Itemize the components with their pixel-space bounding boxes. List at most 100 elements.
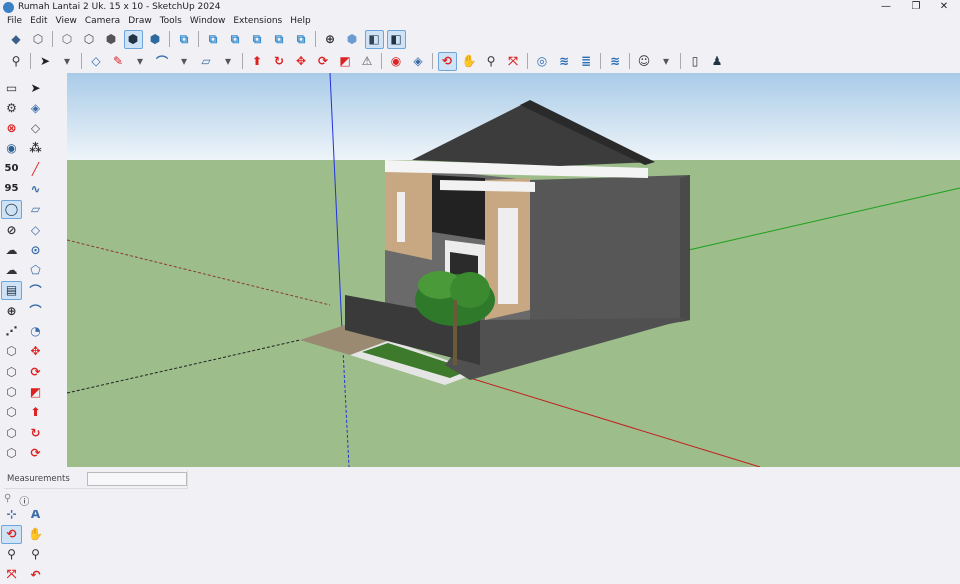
user-icon[interactable]: ♟	[708, 52, 727, 71]
remove-icon[interactable]: ⊗	[1, 119, 22, 138]
pie-icon[interactable]: ◔	[25, 322, 46, 341]
top-view-icon[interactable]: ⬡	[29, 30, 48, 49]
push-pull-icon[interactable]: ⬆	[25, 403, 46, 422]
wireframe-icon[interactable]: ⬡	[80, 30, 99, 49]
zoom-extents-icon[interactable]: ⤧	[504, 52, 523, 71]
section-plane-icon[interactable]: ◧	[364, 29, 384, 49]
add-icon[interactable]: ⊕	[1, 301, 22, 320]
trim-icon[interactable]: ⧉	[248, 30, 267, 49]
pan-icon[interactable]: ✋	[25, 525, 46, 544]
arc-icon[interactable]: ⌒	[25, 281, 46, 300]
menu-view[interactable]: View	[52, 16, 81, 26]
menu-file[interactable]: File	[3, 16, 26, 26]
close-button[interactable]: ✕	[930, 0, 958, 14]
push-pull-icon[interactable]: ⬆	[248, 52, 267, 71]
geo-location-icon[interactable]: ⚲	[4, 493, 11, 508]
95-icon[interactable]: 95	[1, 179, 22, 198]
rotate-icon[interactable]: ⟳	[314, 52, 333, 71]
zoom-tool-icon[interactable]: ⚲	[482, 52, 501, 71]
eraser-icon[interactable]: ◇	[25, 119, 46, 138]
offset-icon[interactable]: ⟳	[25, 443, 46, 462]
restore-button[interactable]: ❐	[902, 0, 930, 14]
model-viewport[interactable]	[67, 73, 960, 467]
info-icon[interactable]: ⓘ	[19, 493, 29, 508]
cloud-up-icon[interactable]: ☁	[1, 240, 22, 259]
menu-draw[interactable]: Draw	[124, 16, 156, 26]
layers-icon[interactable]: ▤	[1, 280, 22, 300]
move-icon[interactable]: ✥	[292, 52, 311, 71]
3d-warehouse-icon[interactable]: ◎	[533, 52, 552, 71]
chevron-down-icon[interactable]: ▾	[131, 52, 150, 71]
component-icon[interactable]: ⁂	[25, 139, 46, 158]
tape-measure-icon[interactable]: ◉	[387, 52, 406, 71]
menu-tools[interactable]: Tools	[156, 16, 186, 26]
paint-bucket-icon[interactable]: ◈	[409, 52, 428, 71]
union-icon[interactable]: ⧉	[175, 30, 194, 49]
zoom-icon[interactable]: ⚲	[1, 545, 22, 564]
follow-me-icon[interactable]: ↻	[270, 52, 289, 71]
orbit-icon[interactable]: ⟲	[1, 524, 22, 544]
rotated-rect-icon[interactable]: ◇	[25, 220, 46, 239]
monochrome-icon[interactable]: ⬢	[146, 30, 165, 49]
iso-view-icon[interactable]: ◆	[7, 30, 26, 49]
extension-manager-icon[interactable]: ≋	[606, 52, 625, 71]
offset-icon[interactable]: ⚠	[358, 52, 377, 71]
polygon-icon[interactable]: ⬠	[25, 261, 46, 280]
menu-extensions[interactable]: Extensions	[229, 16, 286, 26]
freehand-icon[interactable]: ∿	[25, 179, 46, 198]
chevron-down-icon[interactable]: ▾	[657, 52, 676, 71]
shape6-icon[interactable]: ⬡	[1, 443, 22, 462]
rotate-icon[interactable]: ⟳	[25, 362, 46, 381]
orbit-icon[interactable]: ⟲	[437, 51, 457, 71]
shape5-icon[interactable]: ⬡	[1, 423, 22, 442]
select-icon[interactable]: ➤	[36, 52, 55, 71]
section-display-icon[interactable]: ◧	[386, 29, 406, 49]
position-camera-icon[interactable]: ⊕	[321, 30, 340, 49]
menu-help[interactable]: Help	[286, 16, 315, 26]
rectangle-icon[interactable]: ▱	[25, 200, 46, 219]
previous-icon[interactable]: ↶	[25, 565, 46, 584]
walk-icon[interactable]: ⬢	[343, 30, 362, 49]
pencil-icon[interactable]: ✎	[109, 52, 128, 71]
rectangle-icon[interactable]: ▱	[197, 52, 216, 71]
scale-icon[interactable]: ◩	[25, 382, 46, 401]
cloud-down-icon[interactable]: ☁	[1, 261, 22, 280]
settings-icon[interactable]: ⚙	[1, 98, 22, 117]
chevron-down-icon[interactable]: ▾	[58, 52, 77, 71]
shape2-icon[interactable]: ⬡	[1, 362, 22, 381]
line-icon[interactable]: ╱	[25, 159, 46, 178]
circle-tool-icon[interactable]: ◯	[1, 199, 22, 219]
xray-icon[interactable]: ⬡	[58, 30, 77, 49]
shape4-icon[interactable]: ⬡	[1, 403, 22, 422]
extension-warehouse-icon[interactable]: ≋	[555, 52, 574, 71]
hatch-icon[interactable]: ⊘	[1, 220, 22, 239]
paint-icon[interactable]: ◈	[25, 98, 46, 117]
intersect-icon[interactable]: ⧉	[226, 30, 245, 49]
shape1-icon[interactable]: ⬡	[1, 342, 22, 361]
subtract-icon[interactable]: ⧉	[204, 30, 223, 49]
menu-window[interactable]: Window	[186, 16, 230, 26]
shaded-icon[interactable]: ⬢	[102, 30, 121, 49]
layout-icon[interactable]: ≣	[577, 52, 596, 71]
zoom-extents-icon[interactable]: ⤧	[1, 565, 22, 584]
shaded-textures-icon[interactable]: ⬢	[123, 29, 143, 49]
menu-edit[interactable]: Edit	[26, 16, 51, 26]
select-icon[interactable]: ➤	[25, 78, 46, 97]
eraser-icon[interactable]: ◇	[87, 52, 106, 71]
pan-icon[interactable]: ✋	[460, 52, 479, 71]
menu-camera[interactable]: Camera	[81, 16, 124, 26]
move-icon[interactable]: ✥	[25, 342, 46, 361]
circle-icon[interactable]: ⊙	[25, 240, 46, 259]
zoom-icon[interactable]: ⚲	[7, 52, 26, 71]
scale-icon[interactable]: ◩	[336, 52, 355, 71]
new-file-icon[interactable]: ▯	[686, 52, 705, 71]
split-icon[interactable]: ⧉	[270, 30, 289, 49]
zoom-window-icon[interactable]: ⚲	[25, 545, 46, 564]
arc2-icon[interactable]: ⌒	[25, 301, 46, 320]
follow-me-icon[interactable]: ↻	[25, 423, 46, 442]
chevron-down-icon[interactable]: ▾	[219, 52, 238, 71]
measurements-input[interactable]	[87, 472, 187, 486]
50-icon[interactable]: 50	[1, 159, 22, 178]
profile-icon[interactable]: ☺	[635, 52, 654, 71]
open-icon[interactable]: ▭	[1, 78, 22, 97]
